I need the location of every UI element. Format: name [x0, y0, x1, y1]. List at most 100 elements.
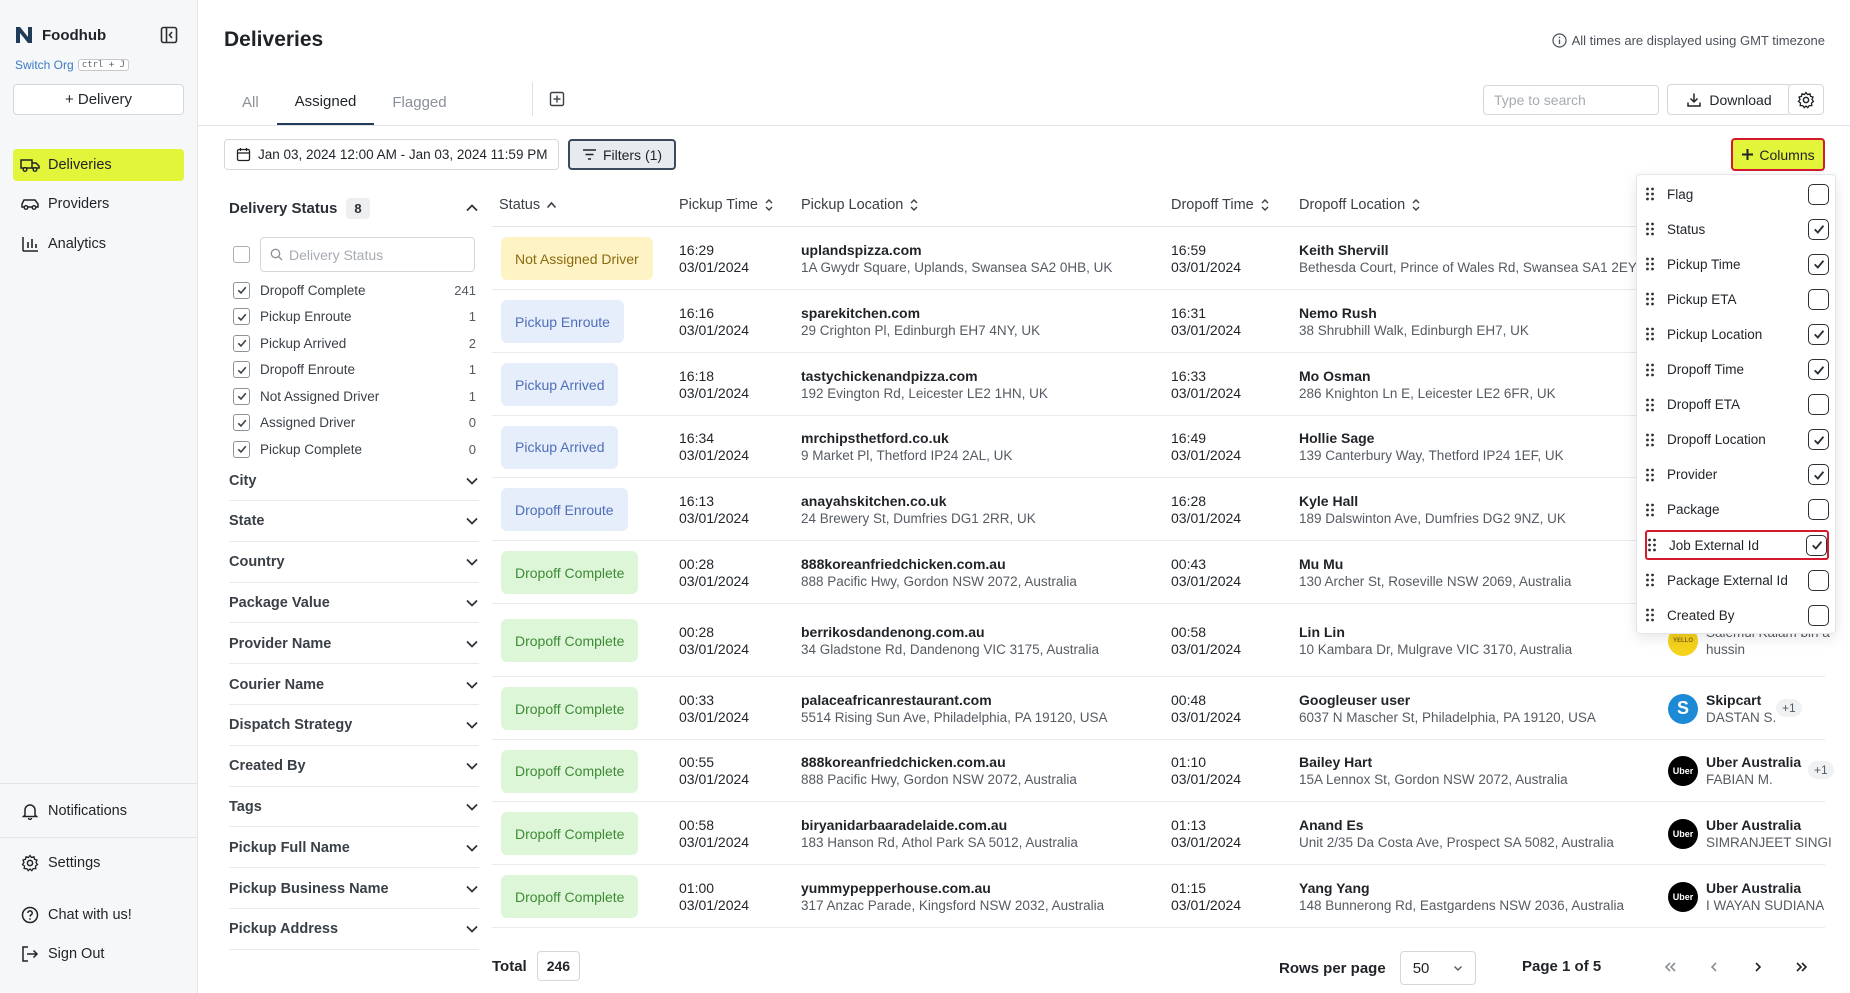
status-option[interactable]: Not Assigned Driver 1: [233, 386, 476, 406]
more-couriers-badge[interactable]: +1: [1808, 761, 1834, 779]
status-checkbox[interactable]: [233, 440, 250, 458]
switch-org-link[interactable]: Switch Org ctrl + J: [15, 58, 130, 72]
status-checkbox[interactable]: [233, 361, 250, 378]
column-header-pickup-time[interactable]: Pickup Time: [679, 194, 774, 216]
filter-section-city[interactable]: City: [229, 461, 479, 501]
filter-section-provider-name[interactable]: Provider Name: [229, 624, 479, 665]
tab-flagged[interactable]: Flagged: [374, 80, 464, 125]
column-header-status[interactable]: Status: [499, 194, 557, 216]
drag-handle-icon[interactable]: [1645, 221, 1655, 237]
column-option-package[interactable]: Package: [1645, 495, 1829, 525]
status-option[interactable]: Pickup Complete 0: [233, 439, 476, 459]
sidebar-item-providers[interactable]: Providers: [13, 188, 184, 220]
table-row[interactable]: Pickup Arrived 16:18 03/01/2024 tastychicke…: [492, 353, 1825, 416]
column-checkbox[interactable]: [1806, 534, 1827, 556]
last-page-button[interactable]: [1790, 955, 1814, 979]
drag-handle-icon[interactable]: [1645, 326, 1655, 342]
table-row[interactable]: Dropoff Complete 00:28 03/01/2024 berrikosd…: [492, 604, 1830, 677]
sidebar-item-sign-out[interactable]: Sign Out: [13, 938, 184, 970]
drag-handle-icon[interactable]: [1645, 397, 1655, 413]
column-header-pickup-location[interactable]: Pickup Location: [801, 194, 919, 216]
delivery-status-search[interactable]: [260, 237, 475, 272]
drag-handle-icon[interactable]: [1645, 362, 1655, 378]
filter-section-package-value[interactable]: Package Value: [229, 583, 479, 624]
collapse-sidebar-icon[interactable]: [160, 26, 178, 44]
table-row[interactable]: Dropoff Complete 00:58 03/01/2024 biryanida…: [492, 802, 1832, 865]
drag-handle-icon[interactable]: [1645, 291, 1655, 307]
date-range-picker[interactable]: Jan 03, 2024 12:00 AM - Jan 03, 2024 11:…: [224, 139, 559, 170]
filter-section-courier-name[interactable]: Courier Name: [229, 665, 479, 705]
column-option-pickup-eta[interactable]: Pickup ETA: [1645, 284, 1829, 314]
column-option-pickup-time[interactable]: Pickup Time: [1645, 249, 1829, 279]
column-checkbox[interactable]: [1808, 323, 1829, 345]
column-checkbox[interactable]: [1808, 499, 1829, 521]
rows-per-page-select[interactable]: 50: [1399, 951, 1476, 985]
column-option-dropoff-time[interactable]: Dropoff Time: [1645, 355, 1829, 385]
columns-button[interactable]: Columns: [1731, 138, 1825, 171]
table-row[interactable]: Pickup Arrived 16:34 03/01/2024 mrchipsthet…: [492, 416, 1825, 478]
drag-handle-icon[interactable]: [1645, 256, 1655, 272]
more-couriers-badge[interactable]: +1: [1776, 698, 1802, 717]
status-checkbox[interactable]: [233, 308, 250, 325]
status-checkbox[interactable]: [233, 414, 250, 431]
drag-handle-icon[interactable]: [1647, 537, 1657, 553]
table-settings-button[interactable]: [1788, 84, 1824, 115]
status-option[interactable]: Pickup Enroute 1: [233, 307, 476, 327]
filter-section-dispatch-strategy[interactable]: Dispatch Strategy: [229, 706, 479, 746]
drag-handle-icon[interactable]: [1645, 432, 1655, 448]
column-option-package-external-id[interactable]: Package External Id: [1645, 565, 1829, 595]
select-all-checkbox[interactable]: [233, 246, 250, 263]
column-checkbox[interactable]: [1808, 464, 1829, 486]
status-checkbox[interactable]: [233, 334, 250, 352]
sidebar-item-chat[interactable]: Chat with us!: [13, 899, 184, 931]
search-input[interactable]: [1483, 85, 1659, 115]
brand[interactable]: Foodhub: [13, 24, 106, 46]
status-option[interactable]: Pickup Arrived 2: [233, 333, 476, 353]
status-option[interactable]: Assigned Driver 0: [233, 413, 476, 433]
sidebar-item-settings[interactable]: Settings: [13, 847, 184, 879]
column-option-job-external-id[interactable]: Job External Id: [1645, 530, 1829, 560]
column-option-dropoff-eta[interactable]: Dropoff ETA: [1645, 390, 1829, 420]
table-row[interactable]: Not Assigned Driver 16:29 03/01/2024 upland…: [492, 227, 1825, 290]
filters-button[interactable]: Filters (1): [568, 139, 676, 170]
filter-section-pickup-full-name[interactable]: Pickup Full Name: [229, 828, 479, 869]
filter-section-state[interactable]: State: [229, 502, 479, 542]
table-row[interactable]: Dropoff Complete 00:33 03/01/2024 palaceafr…: [492, 677, 1825, 740]
drag-handle-icon[interactable]: [1645, 186, 1655, 202]
delivery-status-search-input[interactable]: [289, 246, 429, 263]
column-option-pickup-location[interactable]: Pickup Location: [1645, 319, 1829, 349]
sidebar-item-notifications[interactable]: Notifications: [13, 795, 184, 827]
status-checkbox[interactable]: [233, 387, 250, 405]
column-option-created-by[interactable]: Created By: [1645, 600, 1829, 630]
status-checkbox[interactable]: [233, 281, 250, 299]
tab-assigned[interactable]: Assigned: [276, 80, 375, 125]
column-checkbox[interactable]: [1808, 569, 1829, 591]
column-checkbox[interactable]: [1808, 604, 1829, 626]
first-page-button[interactable]: [1658, 955, 1682, 979]
column-checkbox[interactable]: [1808, 394, 1829, 416]
column-option-dropoff-location[interactable]: Dropoff Location: [1645, 425, 1829, 455]
table-row[interactable]: Pickup Enroute 16:16 03/01/2024 sparekitche…: [492, 290, 1825, 353]
column-checkbox[interactable]: [1808, 253, 1829, 275]
tab-all[interactable]: All: [224, 80, 277, 125]
drag-handle-icon[interactable]: [1645, 607, 1655, 623]
filter-section-created-by[interactable]: Created By: [229, 747, 479, 787]
drag-handle-icon[interactable]: [1645, 572, 1655, 588]
column-checkbox[interactable]: [1808, 288, 1829, 310]
download-button[interactable]: Download: [1667, 84, 1791, 115]
column-header-dropoff-location[interactable]: Dropoff Location: [1299, 194, 1421, 216]
column-option-status[interactable]: Status: [1645, 214, 1829, 244]
column-checkbox[interactable]: [1808, 183, 1829, 205]
drag-handle-icon[interactable]: [1645, 467, 1655, 483]
previous-page-button[interactable]: [1702, 955, 1726, 979]
table-row[interactable]: Dropoff Complete 00:55 03/01/2024 888korean…: [492, 740, 1834, 802]
table-row[interactable]: Dropoff Enroute 16:13 03/01/2024 anayahskit…: [492, 478, 1825, 541]
filter-section-tags[interactable]: Tags: [229, 787, 479, 828]
table-row[interactable]: Dropoff Complete 00:28 03/01/2024 888korean…: [492, 541, 1825, 604]
status-option[interactable]: Dropoff Complete 241: [233, 280, 476, 300]
column-checkbox[interactable]: [1808, 218, 1829, 240]
add-tab-button[interactable]: [532, 82, 565, 116]
column-option-provider[interactable]: Provider: [1645, 460, 1829, 490]
column-option-flag[interactable]: Flag: [1645, 179, 1829, 209]
next-page-button[interactable]: [1746, 955, 1770, 979]
